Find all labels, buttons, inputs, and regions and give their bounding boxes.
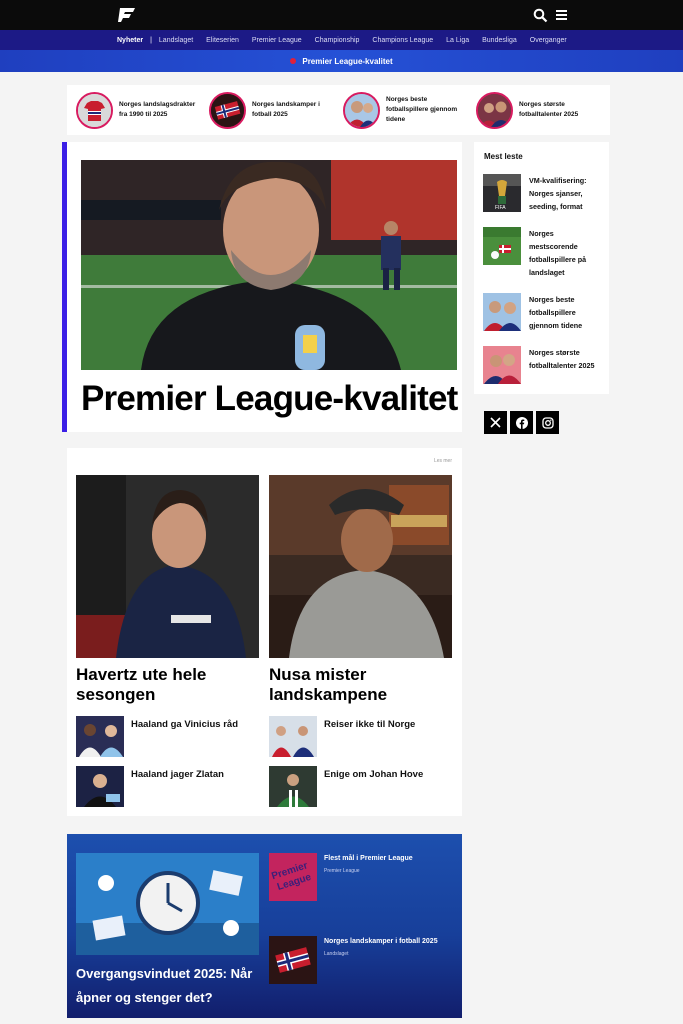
quick-links: Norges landslagsdrakter fra 1990 til 202… <box>67 85 610 135</box>
small-article-thumbnail <box>76 766 124 807</box>
norway-flag-on-grass-thumbnail <box>483 227 521 265</box>
article-grid: Les mer Havertz ute hele sesongen Nusa m… <box>67 448 462 816</box>
quick-link-label: Norges landslagsdrakter fra 1990 til 202… <box>119 101 196 118</box>
quick-link-label: Norges største fotballtalenter 2025 <box>519 101 579 118</box>
feature-title[interactable]: Overgangsvinduet 2025: Når åpner og sten… <box>76 962 266 1010</box>
feature-item-thumbnail: Premier League <box>269 853 317 901</box>
quick-link-item[interactable]: Norges beste fotballspillere gjennom tid… <box>343 91 466 129</box>
small-article[interactable]: Enige om Johan Hove <box>269 766 423 807</box>
players-thumbnail <box>483 293 521 331</box>
article-title[interactable]: Nusa mister landskampene <box>269 665 452 705</box>
hamburger-menu-icon[interactable] <box>556 9 567 21</box>
nav-item-nyheter[interactable]: Nyheter <box>117 37 143 44</box>
feature-item-title[interactable]: Norges landskamper i fotball 2025 <box>324 938 438 945</box>
small-article[interactable]: Haaland jager Zlatan <box>76 766 224 807</box>
small-article[interactable]: Haaland ga Vinicius råd <box>76 716 238 757</box>
most-read-label[interactable]: Norges største fotballtalenter 2025 <box>529 346 603 372</box>
quick-link-item[interactable]: Norges landskamper i fotball 2025 <box>209 91 332 129</box>
feature-item-category: Premier League <box>324 868 360 874</box>
nav-item-bundesliga[interactable]: Bundesliga <box>482 37 517 44</box>
nav-item-overganger[interactable]: Overganger <box>530 37 567 44</box>
top-bar <box>0 0 683 30</box>
norway-shirt-icon <box>76 91 113 129</box>
small-article-thumbnail <box>269 716 317 757</box>
hero-image[interactable] <box>81 160 457 370</box>
small-article-title: Reiser ikke til Norge <box>324 719 416 730</box>
quick-link-item[interactable]: Norges største fotballtalenter 2025 <box>476 91 599 129</box>
nav-item-championship[interactable]: Championship <box>315 37 360 44</box>
small-article-title: Haaland ga Vinicius råd <box>131 719 239 730</box>
nav-item-eliteserien[interactable]: Eliteserien <box>206 37 239 44</box>
feature-item-thumbnail <box>269 936 317 984</box>
most-read-panel: Mest leste FIFA VM-kvalifisering: Norges… <box>474 142 609 394</box>
nav-item-landslaget[interactable]: Landslaget <box>159 37 193 44</box>
read-more-link[interactable]: Les mer <box>434 458 452 464</box>
breaking-news-bar[interactable]: Premier League-kvalitet <box>0 50 683 72</box>
player-avatar-icon <box>343 91 380 129</box>
player-avatar-icon <box>476 91 513 129</box>
small-article-thumbnail <box>269 766 317 807</box>
social-links <box>484 411 562 434</box>
nav-separator: | <box>150 36 152 44</box>
x-icon[interactable] <box>484 411 507 434</box>
small-article-title: Enige om Johan Hove <box>324 769 424 780</box>
article-title[interactable]: Havertz ute hele sesongen <box>76 665 259 705</box>
main-nav: Nyheter | Landslaget Eliteserien Premier… <box>0 30 683 50</box>
feature-section: Overgangsvinduet 2025: Når åpner og sten… <box>67 834 462 1018</box>
nav-item-champions-league[interactable]: Champions League <box>372 37 433 44</box>
talents-thumbnail <box>483 346 521 384</box>
most-read-label[interactable]: Norges mestscorende fotballspillere på l… <box>529 227 603 279</box>
small-article-thumbnail <box>76 716 124 757</box>
nav-item-premier-league[interactable]: Premier League <box>252 37 302 44</box>
quick-link-item[interactable]: Norges landslagsdrakter fra 1990 til 202… <box>76 91 199 129</box>
article-image[interactable] <box>269 475 452 658</box>
feature-image[interactable] <box>76 853 259 955</box>
breaking-news-text[interactable]: Premier League-kvalitet <box>302 57 392 66</box>
quick-link-label: Norges landskamper i fotball 2025 <box>252 101 320 118</box>
small-article[interactable]: Reiser ikke til Norge <box>269 716 415 757</box>
most-read-title: Mest leste <box>484 152 523 161</box>
quick-link-label: Norges beste fotballspillere gjennom tid… <box>386 96 458 123</box>
hero-title[interactable]: Premier League-kvalitet <box>81 379 458 419</box>
feature-item-title[interactable]: Flest mål i Premier League <box>324 855 413 862</box>
hero-article[interactable]: Premier League-kvalitet <box>62 142 462 432</box>
live-dot-icon <box>290 58 297 64</box>
most-read-label[interactable]: VM-kvalifisering: Norges sjanser, seedin… <box>529 174 603 213</box>
search-icon[interactable] <box>533 8 548 23</box>
facebook-icon[interactable] <box>510 411 533 434</box>
fifa-trophy-thumbnail: FIFA <box>483 174 521 212</box>
nav-item-la-liga[interactable]: La Liga <box>446 37 469 44</box>
small-article-title: Haaland jager Zlatan <box>131 769 224 780</box>
norway-flag-icon <box>209 91 246 129</box>
svg-text:FIFA: FIFA <box>495 205 506 211</box>
instagram-icon[interactable] <box>536 411 559 434</box>
feature-item-category: Landslaget <box>324 951 349 957</box>
most-read-label[interactable]: Norges beste fotballspillere gjennom tid… <box>529 293 603 332</box>
article-image[interactable] <box>76 475 259 658</box>
fotball-logo-icon[interactable] <box>117 6 137 24</box>
